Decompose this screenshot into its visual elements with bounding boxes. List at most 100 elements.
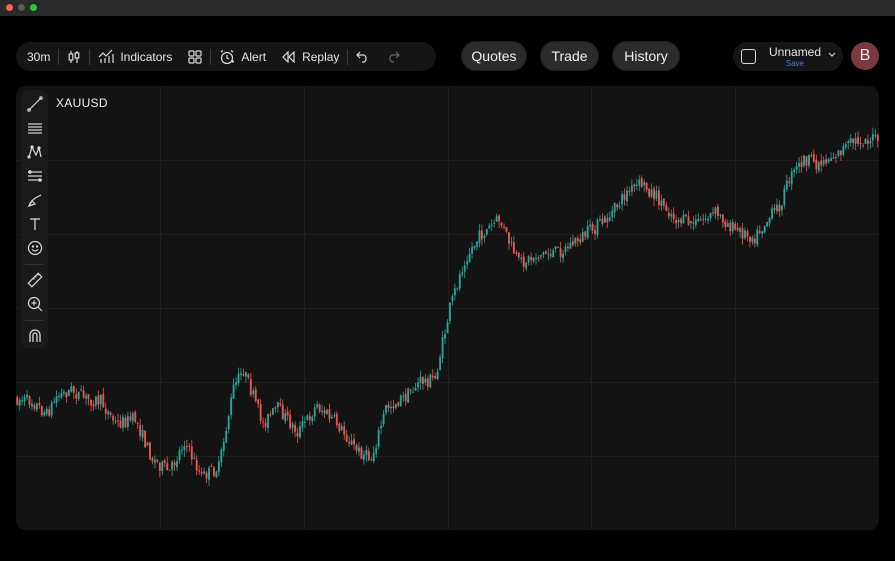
candle — [444, 329, 446, 345]
quotes-label: Quotes — [471, 48, 517, 64]
candle-body — [117, 420, 119, 422]
candle — [122, 413, 124, 432]
candle-body — [402, 395, 405, 397]
chart-panel[interactable]: XAUUSD — [16, 86, 879, 530]
candle-body — [795, 166, 798, 170]
indicators-label: Indicators — [120, 49, 173, 64]
user-avatar[interactable]: B — [851, 42, 879, 70]
channel-tool[interactable] — [24, 165, 45, 186]
candle-body — [235, 382, 237, 386]
zoom-in-tool[interactable] — [24, 293, 45, 314]
candle-body — [456, 288, 459, 290]
candle-body — [50, 402, 53, 416]
candle-body — [510, 241, 513, 243]
candle — [65, 391, 68, 403]
redo-icon — [389, 51, 401, 63]
candle-body — [805, 156, 808, 166]
candle-body — [176, 460, 178, 468]
history-button[interactable]: History — [612, 41, 680, 71]
candle — [731, 218, 734, 235]
candle — [594, 224, 596, 241]
candle-body — [741, 228, 744, 239]
candle — [611, 205, 614, 222]
candle-body — [709, 212, 712, 219]
candle-body — [601, 218, 604, 225]
pattern-tool[interactable] — [24, 141, 45, 162]
candle — [99, 394, 102, 411]
candle-body — [48, 409, 51, 416]
replay-button[interactable]: Replay — [282, 42, 339, 71]
candle — [682, 210, 685, 224]
save-layout-link[interactable]: Save — [786, 59, 804, 68]
quotes-button[interactable]: Quotes — [461, 41, 527, 71]
candle — [40, 405, 43, 417]
emoji-icon — [27, 240, 42, 255]
trend-line-tool[interactable] — [24, 93, 45, 114]
candle-body — [584, 231, 587, 237]
candle — [793, 167, 796, 178]
zoom-window-button[interactable] — [30, 4, 37, 11]
candle — [247, 373, 250, 380]
candle-body — [31, 403, 33, 407]
candle — [55, 390, 58, 408]
candle-body — [119, 420, 122, 428]
candle — [606, 213, 609, 228]
minimize-window-button[interactable] — [18, 4, 25, 11]
candle — [874, 128, 877, 139]
candle-body — [446, 322, 449, 334]
redo-button[interactable] — [386, 42, 401, 71]
candle-body — [350, 440, 353, 445]
candle — [490, 219, 493, 231]
horizontal-lines-tool[interactable] — [24, 117, 45, 138]
candle-body — [146, 442, 149, 446]
replay-label: Replay — [302, 49, 340, 64]
candle — [43, 409, 46, 417]
candle-body — [628, 191, 631, 193]
candle — [345, 429, 348, 443]
candle — [161, 460, 164, 476]
trade-button[interactable]: Trade — [540, 41, 599, 71]
ruler-tool[interactable] — [24, 269, 45, 290]
interval-selector[interactable]: 30m — [27, 42, 50, 71]
candle — [136, 422, 139, 429]
candle-body — [576, 238, 579, 242]
candle — [129, 411, 132, 423]
candle — [412, 386, 415, 393]
candle — [259, 399, 262, 425]
templates-button[interactable] — [188, 42, 202, 71]
candle-body — [520, 257, 523, 260]
candle — [849, 134, 852, 147]
chart-type-button[interactable] — [67, 42, 81, 71]
candle-body — [217, 461, 220, 473]
candle-body — [822, 160, 825, 165]
emoji-tool[interactable] — [24, 237, 45, 258]
alert-button[interactable]: Alert — [219, 42, 266, 71]
candle — [203, 467, 206, 475]
candle-body — [99, 395, 102, 405]
candle — [181, 444, 183, 455]
candle-body — [778, 204, 781, 212]
candle-body — [682, 214, 685, 224]
candle-body — [348, 442, 351, 444]
price-chart[interactable] — [16, 86, 879, 530]
candle-body — [33, 405, 36, 409]
close-window-button[interactable] — [6, 4, 13, 11]
undo-button[interactable] — [356, 42, 370, 71]
candle — [623, 188, 626, 206]
candle — [306, 414, 309, 421]
candle — [82, 385, 85, 399]
text-tool[interactable] — [24, 213, 45, 234]
magnet-tool[interactable] — [24, 325, 45, 346]
candle-body — [274, 407, 277, 409]
candle-body — [744, 230, 746, 239]
candle-body — [321, 410, 324, 412]
candle-body — [734, 223, 737, 230]
brush-tool[interactable] — [24, 189, 45, 210]
candle — [665, 201, 668, 212]
candle — [453, 283, 456, 301]
candle — [788, 176, 791, 188]
layout-selector[interactable]: Unnamed Save — [733, 42, 843, 71]
candle-body — [763, 225, 766, 233]
candle-body — [90, 399, 92, 406]
indicators-button[interactable]: Indicators — [98, 42, 172, 71]
